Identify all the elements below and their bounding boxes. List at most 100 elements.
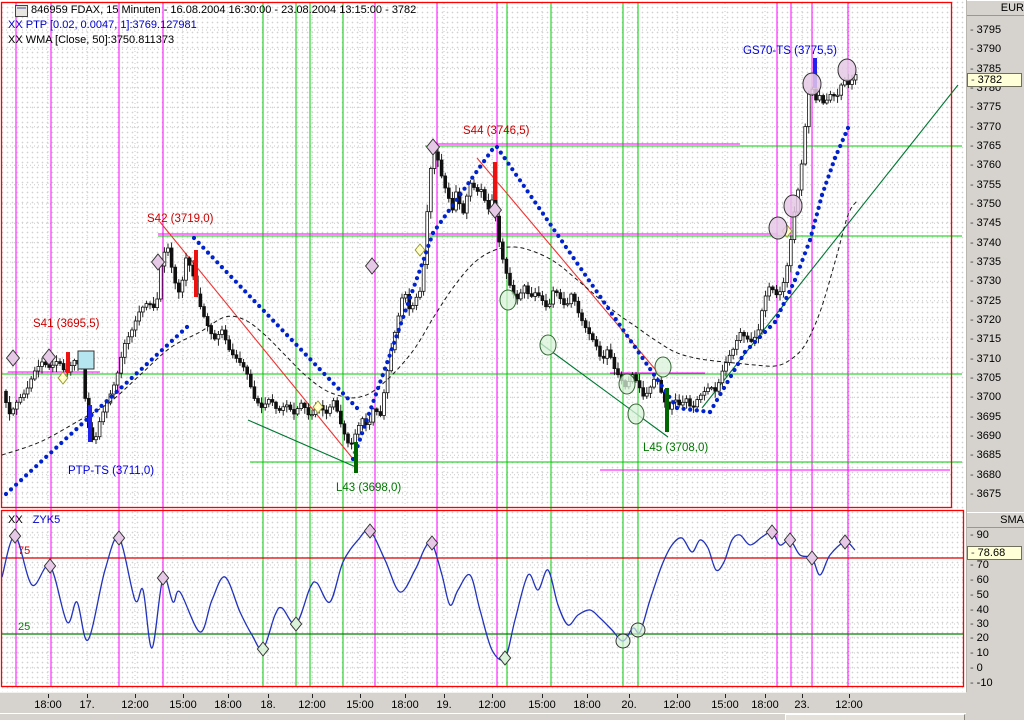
candle-body — [699, 394, 703, 401]
ptp-dot — [224, 269, 229, 275]
ptp-dot — [59, 440, 64, 446]
candle-body — [266, 399, 271, 405]
ptp-dot — [350, 401, 355, 406]
horizontal-scrollbar-thumb[interactable] — [785, 714, 965, 720]
candle-body — [306, 407, 311, 416]
ptp-dot — [739, 355, 744, 361]
ptp-dot — [797, 264, 803, 269]
price-tick-label: 3760 — [970, 159, 1001, 171]
candle-body — [497, 215, 501, 243]
osc-peak-diamond — [425, 535, 439, 551]
price-axis[interactable]: EUR SMA 37953790378537803775377037653760… — [966, 0, 1024, 692]
candle-body — [472, 182, 476, 188]
time-axis[interactable]: 18:00 17. 12:00 15:00 18:00 18. 12:00 15:00 18:0… — [0, 692, 966, 714]
indicator-label-ptp[interactable]: XX PTP [0.02, 0.0047, 1]:3769.127981 — [8, 19, 197, 31]
window-icon[interactable] — [15, 5, 28, 17]
candle-body — [61, 363, 66, 371]
ptp-dot — [261, 308, 266, 313]
candle-body — [641, 387, 645, 397]
yellow-diamond-marker — [414, 243, 426, 257]
osc-tick-label: 90 — [970, 529, 989, 541]
price-tick-label: 3750 — [970, 198, 1001, 210]
ptp-dot — [621, 328, 626, 333]
ptp-dot — [694, 408, 699, 413]
candle-body — [724, 362, 728, 372]
ptp-dot — [29, 468, 34, 473]
price-tick-label: 3715 — [970, 333, 1001, 345]
ptp-dot — [243, 289, 248, 294]
price-tick-label: 3735 — [970, 256, 1001, 268]
ptp-dot — [414, 276, 420, 281]
candle-body — [234, 354, 239, 359]
osc-peak-diamond — [112, 530, 126, 546]
ptp-dot — [24, 473, 29, 478]
ptp-dot — [119, 385, 124, 390]
candle-body — [11, 408, 16, 415]
ptp-dot — [159, 348, 164, 353]
candle-body — [346, 433, 350, 444]
ptp-dot — [366, 411, 372, 416]
candle-body — [414, 296, 419, 306]
candle-body — [688, 398, 692, 407]
highlighted-candle-box — [77, 350, 95, 370]
candle-body — [378, 411, 383, 416]
candle-body — [385, 370, 390, 394]
ptp-dot — [196, 240, 201, 245]
osc-tick-label: 60 — [970, 574, 989, 586]
ptp-dot — [579, 267, 584, 272]
candle-body — [565, 303, 570, 306]
ptp-dot — [784, 295, 789, 301]
osc-peak-diamond — [805, 550, 819, 566]
ptp-dot — [571, 256, 576, 261]
signal-label: S41 (3695,5) — [33, 318, 100, 330]
candle-body — [263, 403, 267, 408]
candle-body — [817, 95, 822, 101]
price-tick-label: 3685 — [970, 449, 1001, 461]
candle-body — [212, 333, 217, 340]
ptp-dot — [747, 344, 753, 350]
oscillator-header[interactable]: XX ZYK5 — [8, 514, 60, 526]
candle-body — [245, 366, 250, 375]
candle-body — [821, 95, 825, 104]
ptp-dot — [816, 205, 821, 210]
ptp-dot — [586, 278, 592, 283]
candle-body — [702, 391, 707, 396]
ptp-dot — [179, 329, 185, 334]
ptp-dot — [811, 225, 816, 230]
ptp-dot — [838, 143, 843, 149]
candle-body — [410, 305, 415, 310]
price-tick-label: 3730 — [970, 275, 1001, 287]
ptp-dot — [322, 371, 327, 377]
candle-body — [130, 329, 134, 338]
ptp-dot — [809, 231, 814, 236]
ptp-dot — [674, 405, 680, 411]
time-tick — [802, 694, 803, 698]
ptp-dot — [502, 156, 507, 161]
ptp-dot — [470, 175, 475, 180]
candle-body — [248, 373, 253, 388]
candle-body — [522, 285, 527, 294]
osc-peak-diamond — [838, 534, 852, 550]
time-tick-label: 18. — [260, 699, 276, 711]
indicator-label-wma[interactable]: XX WMA [Close, 50]:3750.811373 — [8, 34, 174, 46]
ptp-dot — [104, 399, 109, 404]
candle-body — [785, 265, 789, 283]
candle-body — [537, 292, 541, 297]
price-tick-label: 3795 — [970, 24, 1001, 36]
candle-body — [29, 378, 33, 389]
ptp-dot — [247, 294, 252, 299]
ptp-dot — [640, 355, 645, 361]
candle-body — [731, 348, 735, 356]
ptp-dot — [688, 407, 693, 412]
candle-body — [389, 349, 393, 372]
candle-body — [126, 336, 131, 344]
ptp-dot — [671, 400, 676, 405]
price-axis-header: EUR — [967, 0, 1024, 16]
ptp-dot — [345, 396, 350, 401]
candle-body — [216, 334, 221, 340]
ptp-dot — [109, 394, 114, 399]
candle-body — [176, 282, 181, 293]
ptp-dot — [792, 277, 798, 283]
candle-body — [151, 303, 156, 308]
pink-ellipse-marker — [802, 72, 822, 96]
